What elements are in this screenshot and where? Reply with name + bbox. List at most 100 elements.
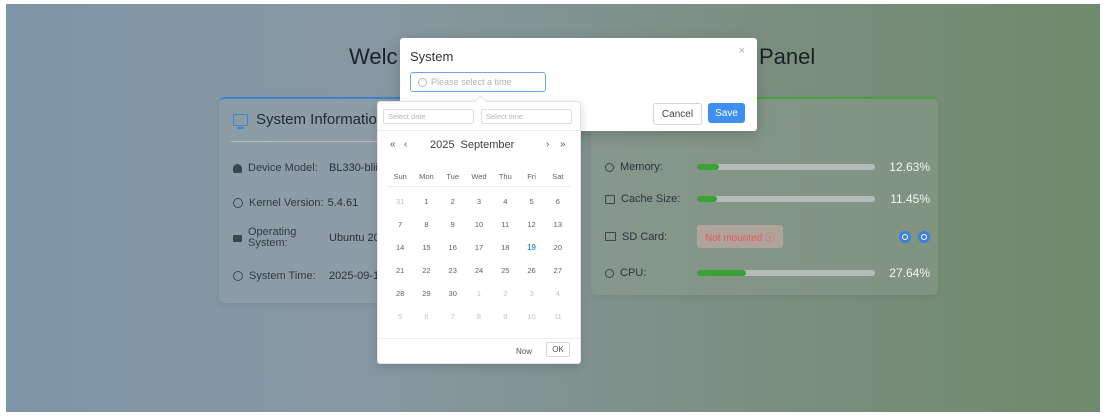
weekday-label: Sat: [552, 172, 564, 181]
calendar-day[interactable]: 26: [518, 266, 544, 275]
kernel-version-label: Kernel Version:: [249, 197, 324, 209]
calendar-day[interactable]: 17: [466, 243, 492, 252]
calendar-days-grid: 31 1 2 3 4 5 6 7 8 9 10 11 12 13 14 15 16 17 18 19 20 21 22 23 2…: [387, 190, 571, 328]
calendar-day[interactable]: 6: [545, 197, 571, 206]
weekday-label: Mon: [419, 172, 434, 181]
box-icon: [605, 194, 615, 204]
calendar-day[interactable]: 14: [387, 243, 413, 252]
operating-system-row: Operating System: Ubuntu 20.: [233, 227, 383, 249]
now-button[interactable]: Now: [516, 347, 532, 356]
weekday-label: Wed: [471, 172, 487, 181]
calendar-day[interactable]: 8: [466, 312, 492, 321]
prev-month-icon[interactable]: ‹: [404, 139, 407, 150]
kernel-version-row: Kernel Version: 5.4.61: [233, 197, 358, 209]
calendar-day[interactable]: 20: [545, 243, 571, 252]
calendar-day[interactable]: 7: [387, 220, 413, 229]
calendar-day[interactable]: 18: [492, 243, 518, 252]
system-time-label: System Time:: [249, 270, 316, 282]
calendar-day-today[interactable]: 19: [518, 243, 544, 252]
calendar-day[interactable]: 27: [545, 266, 571, 275]
clock-icon: [418, 77, 427, 87]
calendar-day[interactable]: 2: [440, 197, 466, 206]
operating-system-label: Operating System:: [248, 226, 297, 249]
cancel-button[interactable]: Cancel: [653, 103, 702, 125]
calendar-day[interactable]: 8: [413, 220, 439, 229]
cpu-progress-fill: [697, 270, 747, 276]
prev-year-icon[interactable]: «: [390, 139, 396, 150]
time-input[interactable]: [431, 77, 543, 87]
calendar-day[interactable]: 5: [387, 312, 413, 321]
calendar-day[interactable]: 13: [545, 220, 571, 229]
sd-status-badge: Not mounted ⓘ: [697, 225, 784, 248]
cache-label: Cache Size:: [621, 193, 681, 205]
calendar-day[interactable]: 25: [492, 266, 518, 275]
operating-system-value: Ubuntu 20.: [329, 232, 383, 244]
select-date-input[interactable]: Select date: [383, 109, 474, 124]
calendar-day[interactable]: 4: [545, 289, 571, 298]
welcome-heading-right: Panel: [759, 44, 816, 69]
calendar-day[interactable]: 7: [440, 312, 466, 321]
weekday-label: Fri: [527, 172, 536, 181]
picker-divider: [378, 130, 580, 131]
calendar-day[interactable]: 9: [440, 220, 466, 229]
cache-percent: 11.45%: [890, 192, 930, 206]
year-month-label: 2025 September: [430, 139, 530, 151]
calendar-day[interactable]: 6: [413, 312, 439, 321]
sd-card-row: SD Card: Not mounted ⓘ: [605, 225, 930, 248]
calendar-day[interactable]: 3: [466, 197, 492, 206]
ok-button[interactable]: OK: [546, 342, 570, 357]
device-model-value: BL330-bliio: [329, 162, 385, 174]
calendar-day[interactable]: 12: [518, 220, 544, 229]
month-label[interactable]: September: [460, 139, 514, 151]
datetime-picker-panel: Select date Select time « ‹ 2025 Septemb…: [377, 95, 581, 364]
calendar-day[interactable]: 11: [545, 312, 571, 321]
calendar-day[interactable]: 4: [492, 197, 518, 206]
welcome-heading-left: Welc: [349, 44, 398, 69]
dialog-title: System: [410, 49, 454, 64]
calendar-day[interactable]: 15: [413, 243, 439, 252]
calendar-day[interactable]: 2: [492, 289, 518, 298]
cpu-row: CPU: 27.64%: [605, 266, 930, 280]
user-icon: [233, 163, 242, 173]
calendar-day[interactable]: 10: [518, 312, 544, 321]
cpu-percent: 27.64%: [889, 266, 930, 280]
memory-label: Memory:: [620, 161, 663, 173]
gear-icon: [233, 198, 243, 208]
folder-icon: [605, 232, 616, 241]
calendar-day[interactable]: 23: [440, 266, 466, 275]
calendar-day[interactable]: 10: [466, 220, 492, 229]
select-time-input[interactable]: Select time: [481, 109, 572, 124]
save-button[interactable]: Save: [708, 103, 745, 123]
calendar-day[interactable]: 3: [518, 289, 544, 298]
calendar-day[interactable]: 16: [440, 243, 466, 252]
computer-icon: [233, 234, 242, 242]
calendar-day[interactable]: 24: [466, 266, 492, 275]
calendar-day[interactable]: 31: [387, 197, 413, 206]
calendar-day[interactable]: 1: [413, 197, 439, 206]
calendar-day[interactable]: 22: [413, 266, 439, 275]
calendar-day[interactable]: 29: [413, 289, 439, 298]
next-month-icon[interactable]: ›: [546, 139, 549, 150]
weekday-label: Sun: [393, 172, 407, 181]
eject-icon[interactable]: [918, 230, 930, 243]
system-info-title-text: System Informatio: [256, 111, 377, 128]
year-label[interactable]: 2025: [430, 139, 454, 151]
system-time-row: System Time: 2025-09-19: [233, 270, 385, 282]
memory-progress-bar: [697, 164, 875, 170]
calendar-day[interactable]: 30: [440, 289, 466, 298]
device-model-label: Device Model:: [248, 162, 318, 174]
calendar-day[interactable]: 1: [466, 289, 492, 298]
picker-header: « ‹ 2025 September › »: [378, 139, 580, 153]
calendar-day[interactable]: 11: [492, 220, 518, 229]
calendar-day[interactable]: 21: [387, 266, 413, 275]
weekday-label: Thu: [498, 172, 512, 181]
time-picker-input[interactable]: [410, 72, 546, 92]
calendar-day[interactable]: 9: [492, 312, 518, 321]
close-icon[interactable]: ×: [739, 45, 745, 57]
system-info-title: System Informatio: [233, 111, 377, 129]
calendar-day[interactable]: 28: [387, 289, 413, 298]
calendar-day[interactable]: 5: [518, 197, 544, 206]
next-year-icon[interactable]: »: [560, 139, 566, 150]
mount-icon[interactable]: [899, 230, 911, 243]
cpu-icon: [605, 268, 614, 278]
